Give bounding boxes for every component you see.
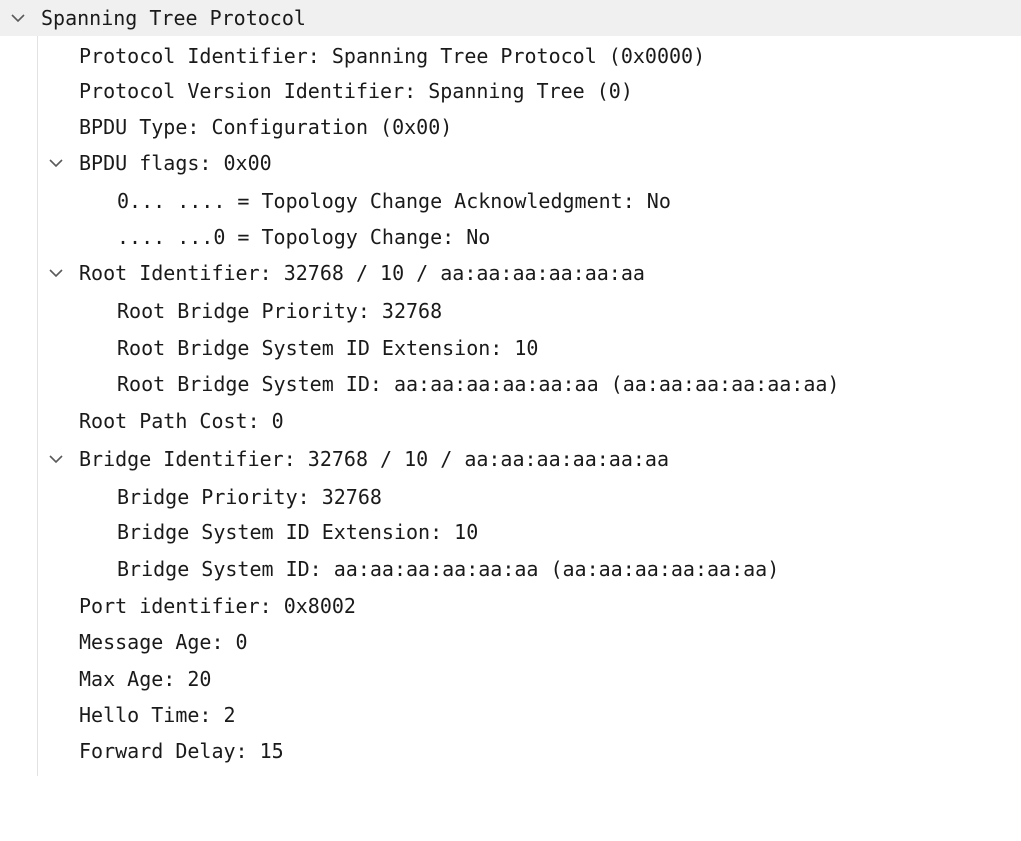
field-label: Root Bridge System ID Extension: 10	[117, 336, 539, 360]
tree-field-topology-change[interactable]: .... ...0 = Topology Change: No	[0, 219, 490, 255]
field-label: Root Path Cost: 0	[79, 409, 284, 433]
tree-field-bridge-priority[interactable]: Bridge Priority: 32768	[0, 479, 382, 515]
field-label: Bridge Priority: 32768	[117, 485, 382, 509]
field-label: Root Bridge System ID: aa:aa:aa:aa:aa:aa…	[117, 372, 840, 396]
chevron-down-icon[interactable]	[46, 145, 66, 181]
tree-field-bpdu-type[interactable]: BPDU Type: Configuration (0x00)	[0, 109, 452, 145]
tree-node-label: Bridge Identifier: 32768 / 10 / aa:aa:aa…	[79, 447, 670, 471]
tree-field-message-age[interactable]: Message Age: 0	[0, 624, 248, 660]
field-label: Forward Delay: 15	[79, 739, 284, 763]
field-label: 0... .... = Topology Change Acknowledgme…	[117, 189, 671, 213]
field-label: Protocol Version Identifier: Spanning Tr…	[79, 79, 633, 103]
field-label: Hello Time: 2	[79, 703, 236, 727]
field-label: Port identifier: 0x8002	[79, 594, 356, 618]
tree-node-label: Spanning Tree Protocol	[41, 6, 306, 30]
tree-field-root-bridge-system-id[interactable]: Root Bridge System ID: aa:aa:aa:aa:aa:aa…	[0, 366, 839, 402]
tree-field-max-age[interactable]: Max Age: 20	[0, 661, 211, 697]
tree-node-bpdu-flags[interactable]: BPDU flags: 0x00	[0, 145, 272, 181]
field-label: Max Age: 20	[79, 667, 212, 691]
tree-field-topology-change-ack[interactable]: 0... .... = Topology Change Acknowledgme…	[0, 183, 671, 219]
chevron-down-icon[interactable]	[46, 441, 66, 477]
field-label: Protocol Identifier: Spanning Tree Proto…	[79, 44, 706, 68]
field-label: Bridge System ID: aa:aa:aa:aa:aa:aa (aa:…	[117, 557, 780, 581]
tree-field-root-bridge-system-id-extension[interactable]: Root Bridge System ID Extension: 10	[0, 330, 538, 366]
tree-field-protocol-identifier[interactable]: Protocol Identifier: Spanning Tree Proto…	[0, 38, 705, 74]
packet-details-tree: Spanning Tree Protocol Protocol Identifi…	[0, 0, 1021, 789]
tree-field-port-identifier[interactable]: Port identifier: 0x8002	[0, 588, 356, 624]
tree-node-root-identifier[interactable]: Root Identifier: 32768 / 10 / aa:aa:aa:a…	[0, 255, 645, 291]
tree-node-label: Root Identifier: 32768 / 10 / aa:aa:aa:a…	[79, 261, 645, 285]
tree-field-root-path-cost[interactable]: Root Path Cost: 0	[0, 403, 284, 439]
field-label: BPDU Type: Configuration (0x00)	[79, 115, 453, 139]
tree-field-protocol-version[interactable]: Protocol Version Identifier: Spanning Tr…	[0, 73, 633, 109]
tree-field-hello-time[interactable]: Hello Time: 2	[0, 697, 236, 733]
field-label: Root Bridge Priority: 32768	[117, 299, 443, 323]
tree-node-bridge-identifier[interactable]: Bridge Identifier: 32768 / 10 / aa:aa:aa…	[0, 441, 669, 477]
field-label: .... ...0 = Topology Change: No	[117, 225, 491, 249]
field-label: Message Age: 0	[79, 630, 248, 654]
tree-field-forward-delay[interactable]: Forward Delay: 15	[0, 733, 284, 769]
tree-node-spanning-tree-protocol[interactable]: Spanning Tree Protocol	[0, 0, 1021, 36]
tree-field-root-bridge-priority[interactable]: Root Bridge Priority: 32768	[0, 293, 442, 329]
tree-node-label: BPDU flags: 0x00	[79, 151, 272, 175]
tree-field-bridge-system-id[interactable]: Bridge System ID: aa:aa:aa:aa:aa:aa (aa:…	[0, 551, 779, 587]
chevron-down-icon[interactable]	[8, 0, 28, 36]
field-label: Bridge System ID Extension: 10	[117, 520, 479, 544]
chevron-down-icon[interactable]	[46, 255, 66, 291]
tree-field-bridge-system-id-extension[interactable]: Bridge System ID Extension: 10	[0, 514, 478, 550]
